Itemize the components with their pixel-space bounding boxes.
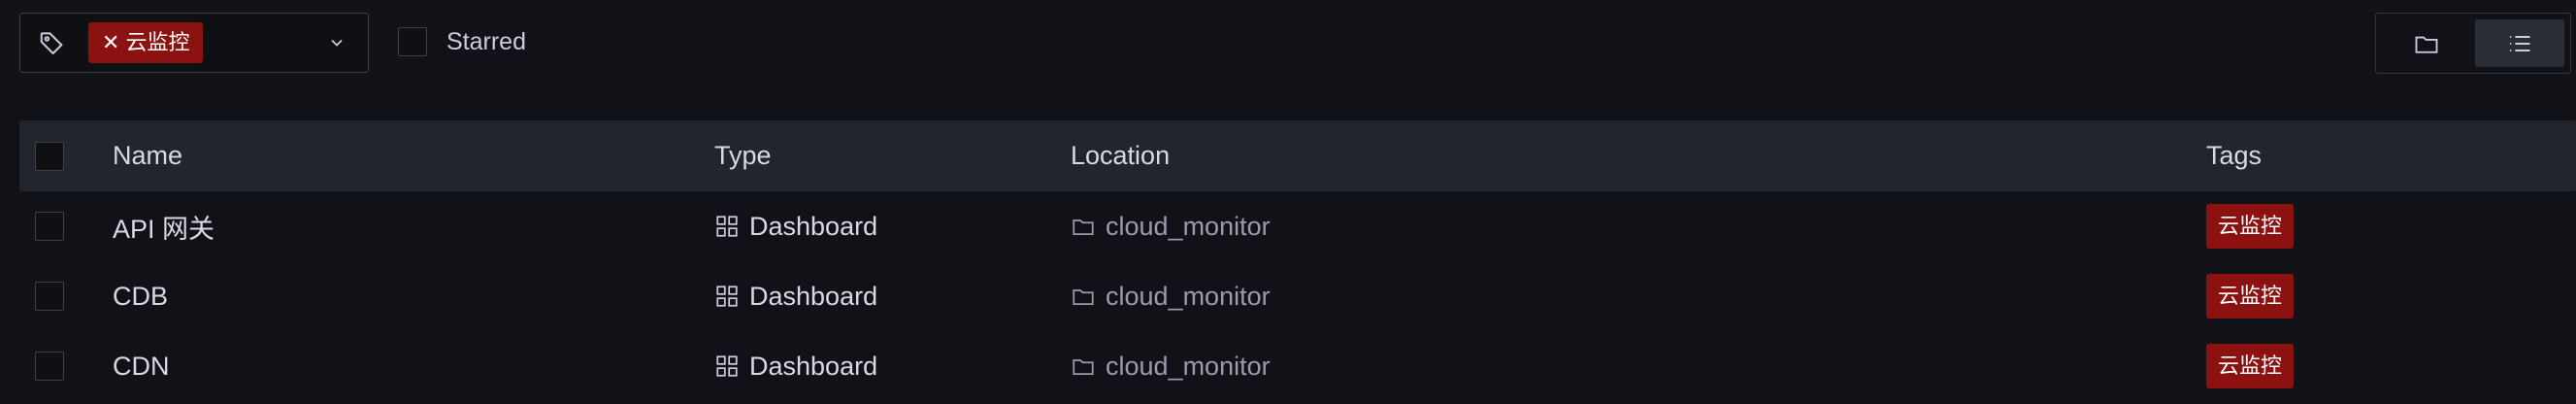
folder-icon <box>2415 36 2438 53</box>
chevron-down-icon[interactable] <box>327 33 347 52</box>
row-checkbox[interactable] <box>35 352 64 381</box>
row-type: Dashboard <box>714 191 877 261</box>
tag-badge[interactable]: 云监控 <box>2206 344 2295 388</box>
tag-badge[interactable]: 云监控 <box>2206 274 2295 319</box>
row-type-label: Dashboard <box>749 351 878 381</box>
column-header-tags: Tags <box>2206 141 2262 170</box>
folder-icon <box>1073 359 1094 375</box>
select-all-checkbox[interactable] <box>35 141 64 171</box>
row-type: Dashboard <box>714 331 877 401</box>
row-name[interactable]: API 网关 <box>113 191 215 261</box>
tag-icon <box>40 32 63 55</box>
row-location-label: cloud_monitor <box>1106 351 1271 381</box>
row-type-label: Dashboard <box>749 211 878 241</box>
column-header-name[interactable]: Name <box>113 120 182 191</box>
folder-icon <box>1073 289 1094 305</box>
search-results-table: Name Type Location Tags API 网关 Dashboard… <box>19 120 2576 401</box>
starred-checkbox[interactable] <box>398 27 427 56</box>
row-tags: 云监控 <box>2206 191 2295 261</box>
row-location-label: cloud_monitor <box>1106 211 1271 241</box>
row-location[interactable]: cloud_monitor <box>1071 191 1271 261</box>
starred-label: Starred <box>446 27 526 55</box>
folder-view-button[interactable] <box>2382 19 2471 67</box>
dashboard-icon <box>716 286 738 307</box>
remove-tag-icon[interactable]: ✕ <box>102 22 119 63</box>
select-all-cell <box>35 120 64 191</box>
row-checkbox[interactable] <box>35 212 64 241</box>
table-row[interactable]: API 网关 Dashboard cloud_monitor 云监控 <box>19 191 2576 261</box>
row-checkbox[interactable] <box>35 282 64 311</box>
table-row[interactable]: CDB Dashboard cloud_monitor 云监控 <box>19 261 2576 331</box>
dashboard-icon <box>716 216 738 237</box>
toolbar: ✕ 云监控 Starred <box>0 0 2576 87</box>
row-location[interactable]: cloud_monitor <box>1071 261 1271 331</box>
tag-filter-chip[interactable]: ✕ 云监控 <box>88 22 204 63</box>
row-location[interactable]: cloud_monitor <box>1071 331 1271 401</box>
row-name[interactable]: CDB <box>113 261 168 331</box>
row-select-cell <box>35 331 64 401</box>
row-name[interactable]: CDN <box>113 331 170 401</box>
tag-filter-chip-label: 云监控 <box>125 30 190 54</box>
list-icon <box>2510 35 2530 51</box>
column-header-type: Type <box>714 141 772 170</box>
view-mode-toggle <box>2375 13 2571 74</box>
row-location-label: cloud_monitor <box>1106 281 1271 311</box>
folder-icon <box>1073 219 1094 235</box>
tag-filter-select[interactable]: ✕ 云监控 <box>19 13 369 73</box>
row-type-label: Dashboard <box>749 281 878 311</box>
row-select-cell <box>35 191 64 261</box>
column-header-location: Location <box>1071 141 1171 170</box>
starred-filter: Starred <box>398 27 526 56</box>
dashboard-icon <box>716 355 738 377</box>
row-type: Dashboard <box>714 261 877 331</box>
list-view-button[interactable] <box>2475 19 2564 67</box>
row-tags: 云监控 <box>2206 261 2295 331</box>
row-tags: 云监控 <box>2206 331 2295 401</box>
row-select-cell <box>35 261 64 331</box>
table-header: Name Type Location Tags <box>19 120 2576 191</box>
tag-badge[interactable]: 云监控 <box>2206 204 2295 249</box>
table-row[interactable]: CDN Dashboard cloud_monitor 云监控 <box>19 331 2576 401</box>
